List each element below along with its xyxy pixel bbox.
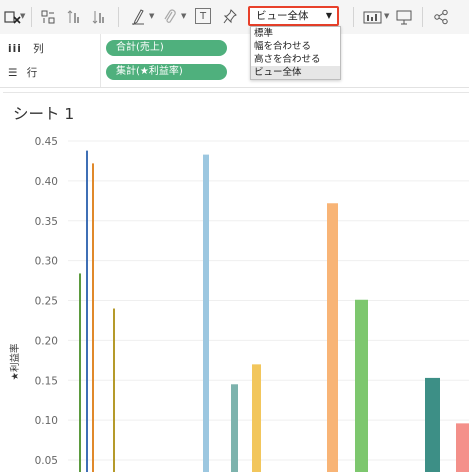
y-tick-label: 0.10 (35, 415, 58, 427)
y-tick-label: 0.30 (35, 256, 58, 268)
y-tick-label: 0.40 (35, 176, 58, 188)
bar-chart: 0.45 0.40 0.35 0.30 0.25 0.20 0.15 0.10 0.05 (35, 136, 469, 472)
bar-mark[interactable] (355, 299, 368, 472)
y-tick-label: 0.45 (35, 136, 58, 148)
view-option-fit-height[interactable]: 高さを合わせる (251, 53, 340, 66)
view-option-standard[interactable]: 標準 (251, 27, 340, 40)
y-axis-label: ★利益率 (10, 343, 21, 381)
y-tick-label: 0.15 (35, 375, 58, 387)
bar-mark[interactable] (425, 377, 440, 472)
bar-mark[interactable] (79, 273, 81, 472)
bar-mark[interactable] (327, 203, 338, 472)
bar-mark[interactable] (113, 308, 115, 472)
y-tick-label: 0.25 (35, 296, 58, 308)
bar-mark[interactable] (456, 423, 469, 472)
bar-mark[interactable] (92, 163, 94, 472)
y-tick-label: 0.35 (35, 216, 58, 228)
view-option-fit-width[interactable]: 幅を合わせる (251, 40, 340, 53)
bar-mark[interactable] (203, 154, 209, 472)
bar-mark[interactable] (231, 384, 238, 472)
y-tick-label: 0.05 (35, 455, 58, 467)
view-option-entire-view[interactable]: ビュー全体 (251, 66, 340, 79)
bar-mark[interactable] (86, 150, 88, 472)
y-tick-label: 0.20 (35, 335, 58, 347)
view-fit-dropdown: 標準 幅を合わせる 高さを合わせる ビュー全体 (250, 26, 341, 80)
bar-mark[interactable] (252, 364, 261, 472)
